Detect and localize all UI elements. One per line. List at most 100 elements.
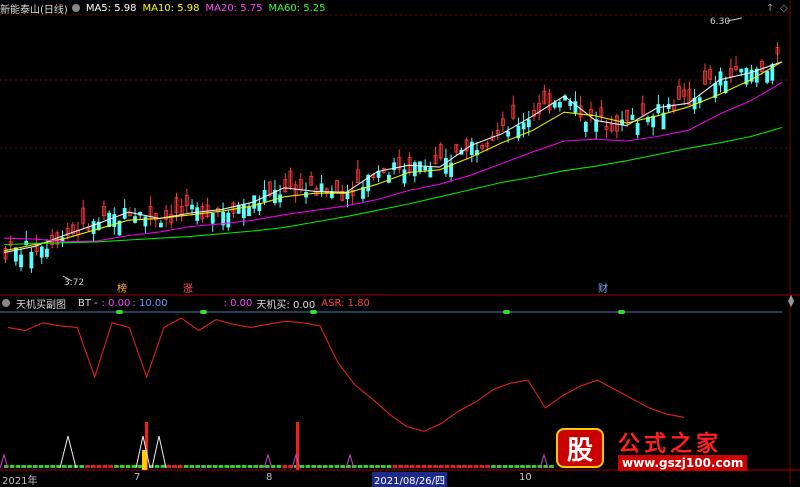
tag-cai[interactable]: 财: [598, 282, 608, 295]
watermark-url: www.gszj100.com: [618, 455, 748, 471]
signal-strip-cell: [131, 465, 137, 468]
ma20-value: MA20: 5.75: [205, 2, 263, 14]
candle-body: [594, 119, 599, 132]
ma5-value: MA5: 5.98: [85, 2, 137, 14]
signal-strip-cell: [137, 465, 142, 468]
signal-strip-cell: [410, 465, 415, 468]
candle-body: [29, 251, 34, 269]
signal-strip-cell: [375, 465, 380, 468]
candle-body: [635, 123, 640, 135]
xaxis-label-cursor-date[interactable]: 2021/08/26/四: [372, 472, 448, 487]
candle-body: [469, 141, 474, 156]
xaxis-label-oct: 10: [519, 472, 532, 483]
top-signal-marker: [503, 310, 510, 314]
candle-body: [45, 248, 49, 257]
candle-body: [583, 121, 588, 132]
signal-strip-cell: [265, 465, 270, 468]
up-arrow-icon[interactable]: ▲: [788, 293, 795, 302]
signal-strip-cell: [456, 465, 461, 468]
signal-strip-cell: [50, 465, 55, 468]
signal-strip-cell: [549, 465, 554, 468]
signal-strip-cell: [468, 465, 473, 468]
candle-body: [557, 101, 562, 108]
candle-body: [630, 114, 635, 121]
signal-strip-cell: [421, 465, 427, 468]
signal-strip-cell: [323, 465, 328, 468]
signal-strip-cell: [207, 465, 212, 468]
candle-body: [226, 212, 231, 228]
candle-body: [159, 222, 163, 228]
signal-strip-cell: [334, 465, 340, 468]
signal-strip-cell: [189, 465, 195, 468]
signal-strip-cell: [328, 465, 334, 468]
xaxis-label-aug: 8: [266, 472, 273, 483]
watermark: 股 公式之家 www.gszj100.com: [556, 428, 776, 472]
signal-strip-cell: [259, 465, 264, 468]
settings-circle-icon[interactable]: [71, 4, 80, 12]
signal-strip-cell: [241, 465, 247, 468]
watermark-logo-char: 股: [566, 435, 593, 466]
value-3: : 0.00: [223, 297, 253, 309]
bt-label: BT: [78, 297, 91, 309]
signal-strip-cell: [67, 465, 73, 468]
candle-body: [573, 101, 578, 113]
candle-body: [412, 162, 417, 177]
signal-strip-cell: [9, 465, 15, 468]
signal-strip-cell: [218, 465, 224, 468]
signal-strip-cell: [183, 465, 189, 468]
sub-title[interactable]: 天机买副图: [16, 296, 66, 311]
candle-body: [661, 112, 666, 130]
signal-strip-cell: [299, 465, 305, 468]
signal-strip-cell: [531, 465, 537, 468]
candle-body: [247, 207, 251, 217]
candle-body: [387, 174, 391, 183]
signal-strip-cell: [479, 465, 485, 468]
candle-body: [765, 70, 770, 83]
signal-strip-cell: [253, 465, 258, 468]
signal-strip-cell: [114, 465, 119, 468]
signal-strip-cell: [21, 465, 26, 468]
chart-stage: 6.30 3.72 榜 涨 财 ↑ ◇ ▼ ▲: [0, 0, 800, 484]
signal-strip-cell: [27, 465, 32, 468]
candle-body: [739, 68, 744, 73]
diamond-icon[interactable]: ◇: [780, 3, 788, 14]
signal-strip-cell: [154, 465, 160, 468]
signal-strip-cell: [485, 465, 490, 468]
signal-strip-cell: [282, 465, 287, 468]
signal-strip-cell: [526, 465, 531, 468]
signal-strip-cell: [125, 465, 131, 468]
main-grid: [0, 14, 790, 217]
candle-body: [210, 213, 215, 224]
signal-strip-cell: [508, 465, 514, 468]
main-header: 新能泰山(日线) MA5: 5.98 MA10: 5.98 MA20: 5.75…: [0, 1, 332, 16]
signal-strip-cell: [439, 465, 444, 468]
asr-value: ASR: 1.80: [321, 297, 370, 309]
signal-strip-cell: [178, 465, 183, 468]
xaxis-label-jul: 7: [134, 472, 141, 483]
signal-strip-cell: [363, 465, 369, 468]
signal-triangle: [59, 435, 77, 469]
signal-strip-cell: [120, 465, 125, 468]
candle-body: [402, 169, 407, 184]
candle-body: [143, 216, 148, 227]
tag-zhang[interactable]: 涨: [183, 283, 193, 295]
ma10-value: MA10: 5.98: [142, 2, 200, 14]
signal-strip-cell: [102, 465, 108, 468]
tag-bang[interactable]: 榜: [117, 282, 127, 295]
candle-body: [521, 122, 526, 130]
signal-strip-cell: [369, 465, 374, 468]
watermark-name: 公式之家: [618, 432, 723, 457]
arrow-up-icon[interactable]: ↑: [766, 3, 774, 14]
signal-strip-cell: [85, 465, 90, 468]
stock-title[interactable]: 新能泰山(日线): [0, 1, 68, 16]
signal-strip-cell: [317, 465, 322, 468]
asr-line: [7, 317, 685, 432]
signal-triangle: [151, 435, 167, 469]
signal-strip-cell: [514, 465, 519, 468]
signal-strip-cell: [392, 465, 398, 468]
ma60-value: MA60: 5.25: [268, 2, 326, 14]
candle-body: [319, 183, 324, 192]
signal-strip-cell: [172, 465, 177, 468]
sub-settings-circle-icon[interactable]: [2, 299, 10, 307]
signal-strip-cell: [433, 465, 438, 468]
